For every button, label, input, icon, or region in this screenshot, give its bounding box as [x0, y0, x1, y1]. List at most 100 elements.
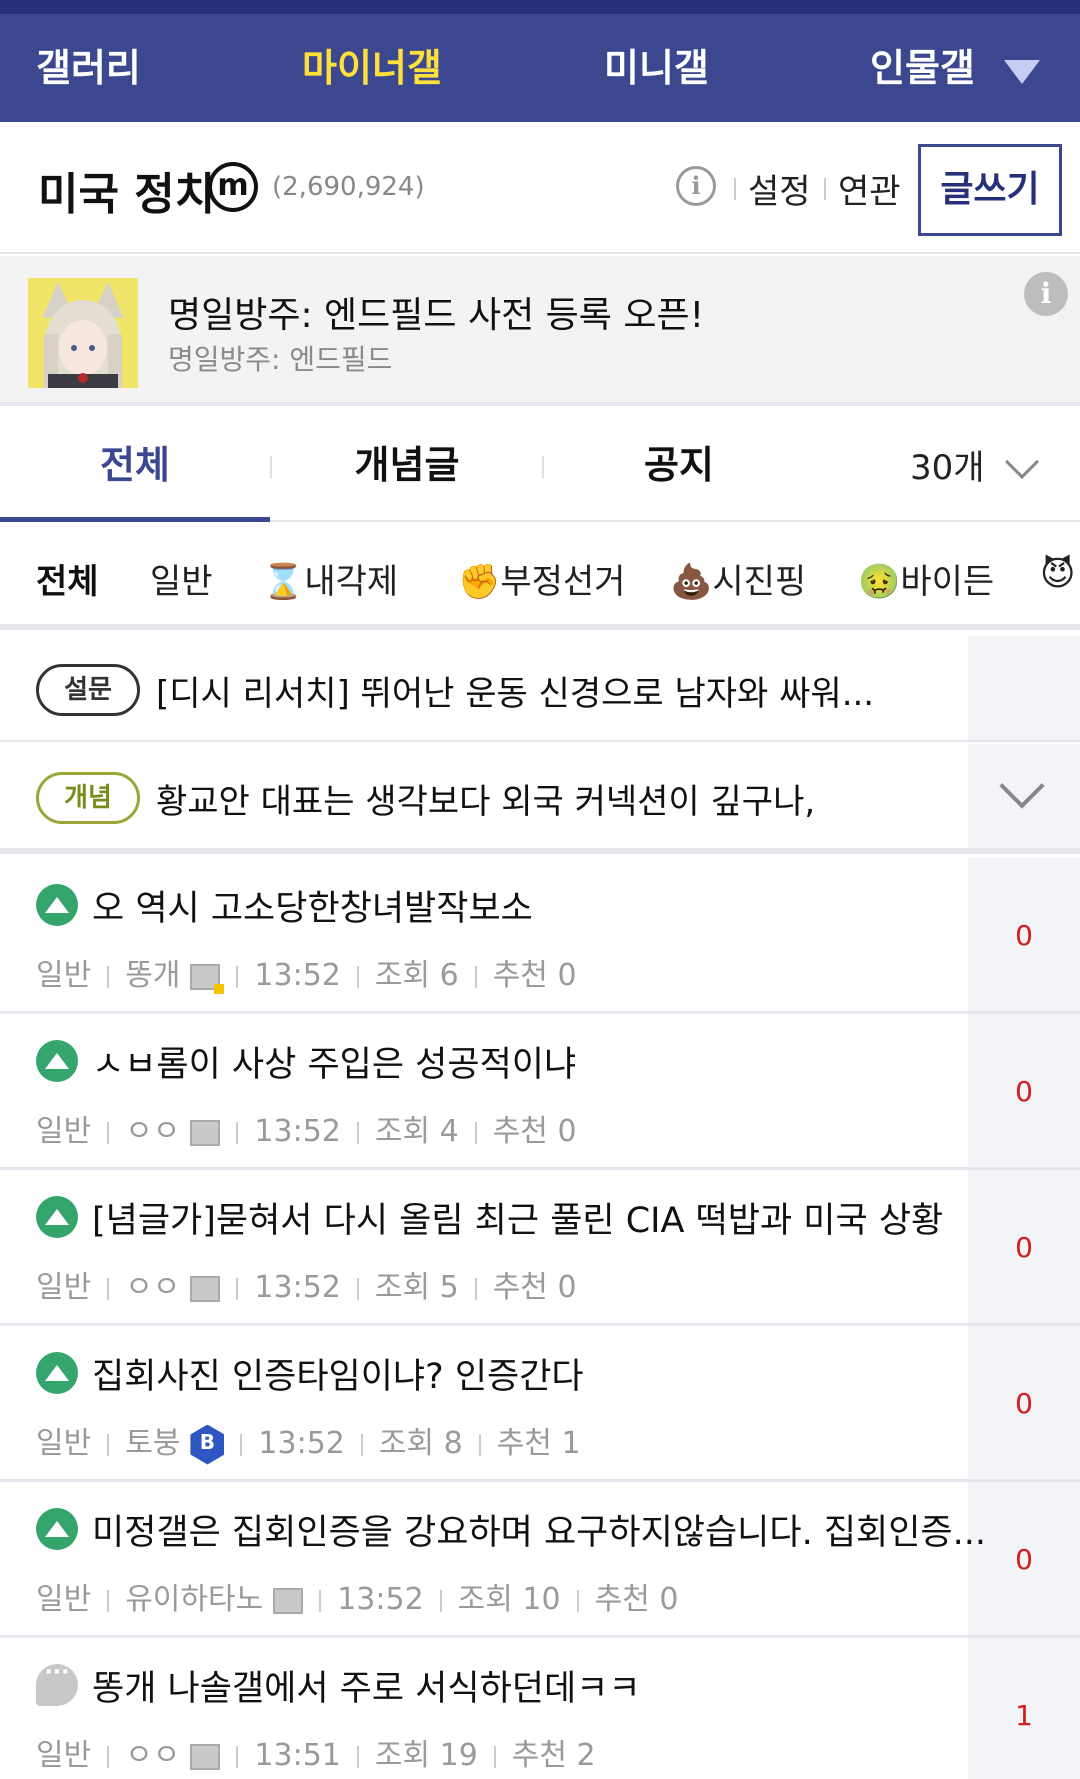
divider: [236, 1745, 239, 1768]
comment-count[interactable]: 0: [968, 1326, 1080, 1479]
tab-concept[interactable]: 개념글: [272, 410, 542, 522]
per-page-select[interactable]: 30개: [910, 440, 985, 489]
category-xi-jinping[interactable]: 💩시진핑: [670, 554, 806, 603]
post-title[interactable]: ㅅㅂ롬이 사상 주입은 성공적이냐: [92, 1036, 576, 1087]
post-recommend: 추천 0: [594, 1582, 679, 1617]
divider: [107, 965, 110, 988]
divider: [734, 178, 736, 200]
notice-concept[interactable]: 개념 황교안 대표는 생각보다 외국 커넥션이 깊구나,: [0, 744, 1080, 854]
category-biden[interactable]: 🤢바이든: [858, 554, 994, 603]
post-time: 13:52: [337, 1582, 424, 1617]
post-author[interactable]: 유이하타노: [125, 1582, 263, 1617]
ad-banner[interactable]: 명일방주: 엔드필드 사전 등록 오픈! 명일방주: 엔드필드 i: [0, 256, 1080, 406]
post-author[interactable]: ㅇㅇ: [125, 1738, 180, 1773]
post-views: 조회 19: [374, 1738, 478, 1773]
ad-thumbnail: [28, 278, 138, 388]
divider: [474, 1121, 477, 1144]
post-time: 13:52: [254, 1114, 341, 1149]
image-post-icon: [36, 1508, 78, 1550]
post-category: 일반: [36, 1582, 92, 1617]
post-row[interactable]: 집회사진 인증타임이냐? 인증간다 일반 토붕 B 13:52 조회 8 추천 1 0: [0, 1326, 1080, 1482]
post-title[interactable]: 집회사진 인증타임이냐? 인증간다: [92, 1348, 584, 1399]
divider: [107, 1589, 110, 1612]
comment-count[interactable]: 0: [968, 1014, 1080, 1167]
related-link[interactable]: 연관: [838, 164, 901, 213]
nav-person-gallery[interactable]: 인물갤: [870, 14, 975, 122]
divider: [474, 965, 477, 988]
nav-mini-gallery[interactable]: 미니갤: [604, 14, 709, 122]
post-meta: 일반 토붕 B 13:52 조회 8 추천 1: [36, 1418, 581, 1465]
devil-face-icon: 😈: [1040, 554, 1076, 594]
post-title[interactable]: 미정갤은 집회인증을 강요하며 요구하지않습니다. 집회인증...: [92, 1504, 986, 1555]
post-tabs: 전체 개념글 공지 30개: [0, 410, 1080, 522]
status-strip: [0, 0, 1080, 14]
guest-nick-icon: [190, 1275, 221, 1302]
survey-badge: 설문: [36, 664, 140, 716]
gallery-header: 미국 정치 m (2,690,924) i 설정 연관 글쓰기: [0, 122, 1080, 254]
fist-icon: ✊: [458, 562, 501, 602]
category-cabinet[interactable]: ⌛내각제: [262, 554, 398, 603]
post-author[interactable]: ㅇㅇ: [125, 1114, 180, 1149]
ad-title[interactable]: 명일방주: 엔드필드 사전 등록 오픈!: [168, 286, 704, 338]
post-row[interactable]: 똥개 나솔갤에서 주로 서식하던데ㅋㅋ 일반 ㅇㅇ 13:51 조회 19 추천 2 1: [0, 1638, 1080, 1779]
category-more[interactable]: 😈: [1040, 554, 1075, 594]
comment-count[interactable]: 0: [968, 1170, 1080, 1323]
nav-gallery[interactable]: 갤러리: [36, 14, 141, 122]
tab-all[interactable]: 전체: [0, 410, 270, 522]
post-time: 13:51: [254, 1738, 341, 1773]
notice-text[interactable]: [디시 리서치] 뛰어난 운동 신경으로 남자와 싸워...: [156, 666, 874, 715]
ad-info-icon[interactable]: i: [1024, 272, 1068, 316]
gallery-member-count: (2,690,924): [272, 172, 425, 202]
hourglass-icon: ⌛: [262, 562, 305, 602]
divider: [360, 1433, 363, 1456]
settings-link[interactable]: 설정: [748, 164, 811, 213]
post-title[interactable]: 오 역시 고소당한창녀발작보소: [92, 880, 533, 931]
divider: [356, 1277, 359, 1300]
post-row[interactable]: [념글가]묻혀서 다시 올림 최근 풀린 CIA 떡밥과 미국 상황 일반 ㅇㅇ 1…: [0, 1170, 1080, 1326]
notice-survey[interactable]: 설문 [디시 리서치] 뛰어난 운동 신경으로 남자와 싸워...: [0, 636, 1080, 742]
post-recommend: 추천 0: [492, 1270, 577, 1305]
category-election-fraud[interactable]: ✊부정선거: [458, 554, 625, 603]
post-row[interactable]: 오 역시 고소당한창녀발작보소 일반 똥개 13:52 조회 6 추천 0 0: [0, 858, 1080, 1014]
notice-text[interactable]: 황교안 대표는 생각보다 외국 커넥션이 깊구나,: [156, 774, 815, 823]
post-category: 일반: [36, 1738, 92, 1773]
post-views: 조회 5: [374, 1270, 459, 1305]
chevron-down-icon[interactable]: [1005, 445, 1039, 479]
divider: [439, 1589, 442, 1612]
comment-count[interactable]: 0: [968, 1482, 1080, 1635]
post-recommend: 추천 0: [492, 1114, 577, 1149]
post-title[interactable]: [념글가]묻혀서 다시 올림 최근 풀린 CIA 떡밥과 미국 상황: [92, 1192, 943, 1243]
gallery-info-icon[interactable]: i: [676, 166, 716, 206]
post-title[interactable]: 똥개 나솔갤에서 주로 서식하던데ㅋㅋ: [92, 1660, 641, 1711]
post-author[interactable]: 똥개: [125, 958, 180, 993]
tab-notice[interactable]: 공지: [544, 410, 814, 522]
post-views: 조회 4: [374, 1114, 459, 1149]
gallery-title[interactable]: 미국 정치: [38, 158, 215, 222]
write-button[interactable]: 글쓰기: [918, 144, 1062, 236]
nav-expand-icon[interactable]: [1004, 60, 1040, 84]
divider: [319, 1589, 322, 1612]
post-category: 일반: [36, 1426, 92, 1461]
category-general[interactable]: 일반: [150, 554, 213, 603]
image-post-icon: [36, 1040, 78, 1082]
nav-minor-gallery[interactable]: 마이너갤: [302, 14, 442, 122]
poop-icon: 💩: [670, 562, 713, 602]
post-author[interactable]: 토붕: [125, 1426, 180, 1461]
post-views: 조회 8: [378, 1426, 463, 1461]
post-recommend: 추천 0: [492, 958, 577, 993]
post-category: 일반: [36, 958, 92, 993]
member-badge-icon: B: [190, 1424, 225, 1465]
post-row[interactable]: ㅅㅂ롬이 사상 주입은 성공적이냐 일반 ㅇㅇ 13:52 조회 4 추천 0 0: [0, 1014, 1080, 1170]
category-all[interactable]: 전체: [36, 554, 99, 603]
comment-count[interactable]: 0: [968, 858, 1080, 1011]
fixed-nick-icon: [273, 1587, 304, 1614]
top-navigation: 갤러리 마이너갤 미니갤 인물갤: [0, 14, 1080, 122]
divider: [240, 1433, 243, 1456]
divider: [236, 1121, 239, 1144]
post-time: 13:52: [258, 1426, 345, 1461]
divider: [236, 1277, 239, 1300]
post-row[interactable]: 미정갤은 집회인증을 강요하며 요구하지않습니다. 집회인증... 일반 유이하타…: [0, 1482, 1080, 1638]
divider: [576, 1589, 579, 1612]
comment-count[interactable]: 1: [968, 1638, 1080, 1779]
post-author[interactable]: ㅇㅇ: [125, 1270, 180, 1305]
